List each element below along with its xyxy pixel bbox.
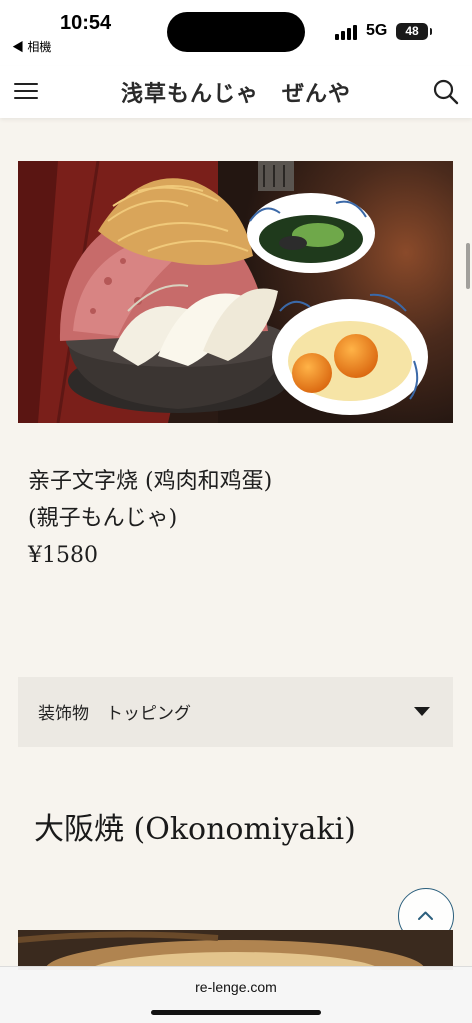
toppings-accordion[interactable]: 装饰物 トッピング (18, 677, 453, 747)
product-subname: (親子もんじゃ) (28, 506, 178, 531)
search-icon[interactable] (432, 78, 460, 106)
next-product-photo (18, 930, 453, 970)
network-type: 5G (366, 22, 388, 39)
accordion-label: 装饰物 トッピング (38, 704, 191, 724)
menu-icon[interactable] (14, 80, 40, 102)
status-time: 10:54 (60, 12, 112, 34)
site-title: 浅草もんじゃ ぜんや (120, 81, 351, 107)
cellular-signal-icon (335, 24, 359, 40)
caret-down-icon (414, 707, 430, 716)
product-price: ¥1580 (28, 543, 98, 568)
scroll-indicator (466, 243, 470, 289)
product-photo (18, 161, 453, 423)
home-indicator[interactable] (151, 1010, 321, 1015)
url-field[interactable]: re-lenge.com (0, 979, 472, 995)
product-name: 亲子文字烧 (鸡肉和鸡蛋) (28, 469, 273, 494)
back-to-app-link[interactable]: ◀ 相機 (12, 38, 51, 55)
dynamic-island (167, 12, 305, 52)
site-header: 浅草もんじゃ ぜんや (0, 66, 472, 118)
status-bar: 10:54 ◀ 相機 5G 48 (0, 0, 472, 66)
battery-icon: 48 (396, 23, 432, 40)
browser-url-bar: re-lenge.com (0, 966, 472, 1023)
section-heading: 大阪焼 (Okonomiyaki) (34, 812, 356, 847)
